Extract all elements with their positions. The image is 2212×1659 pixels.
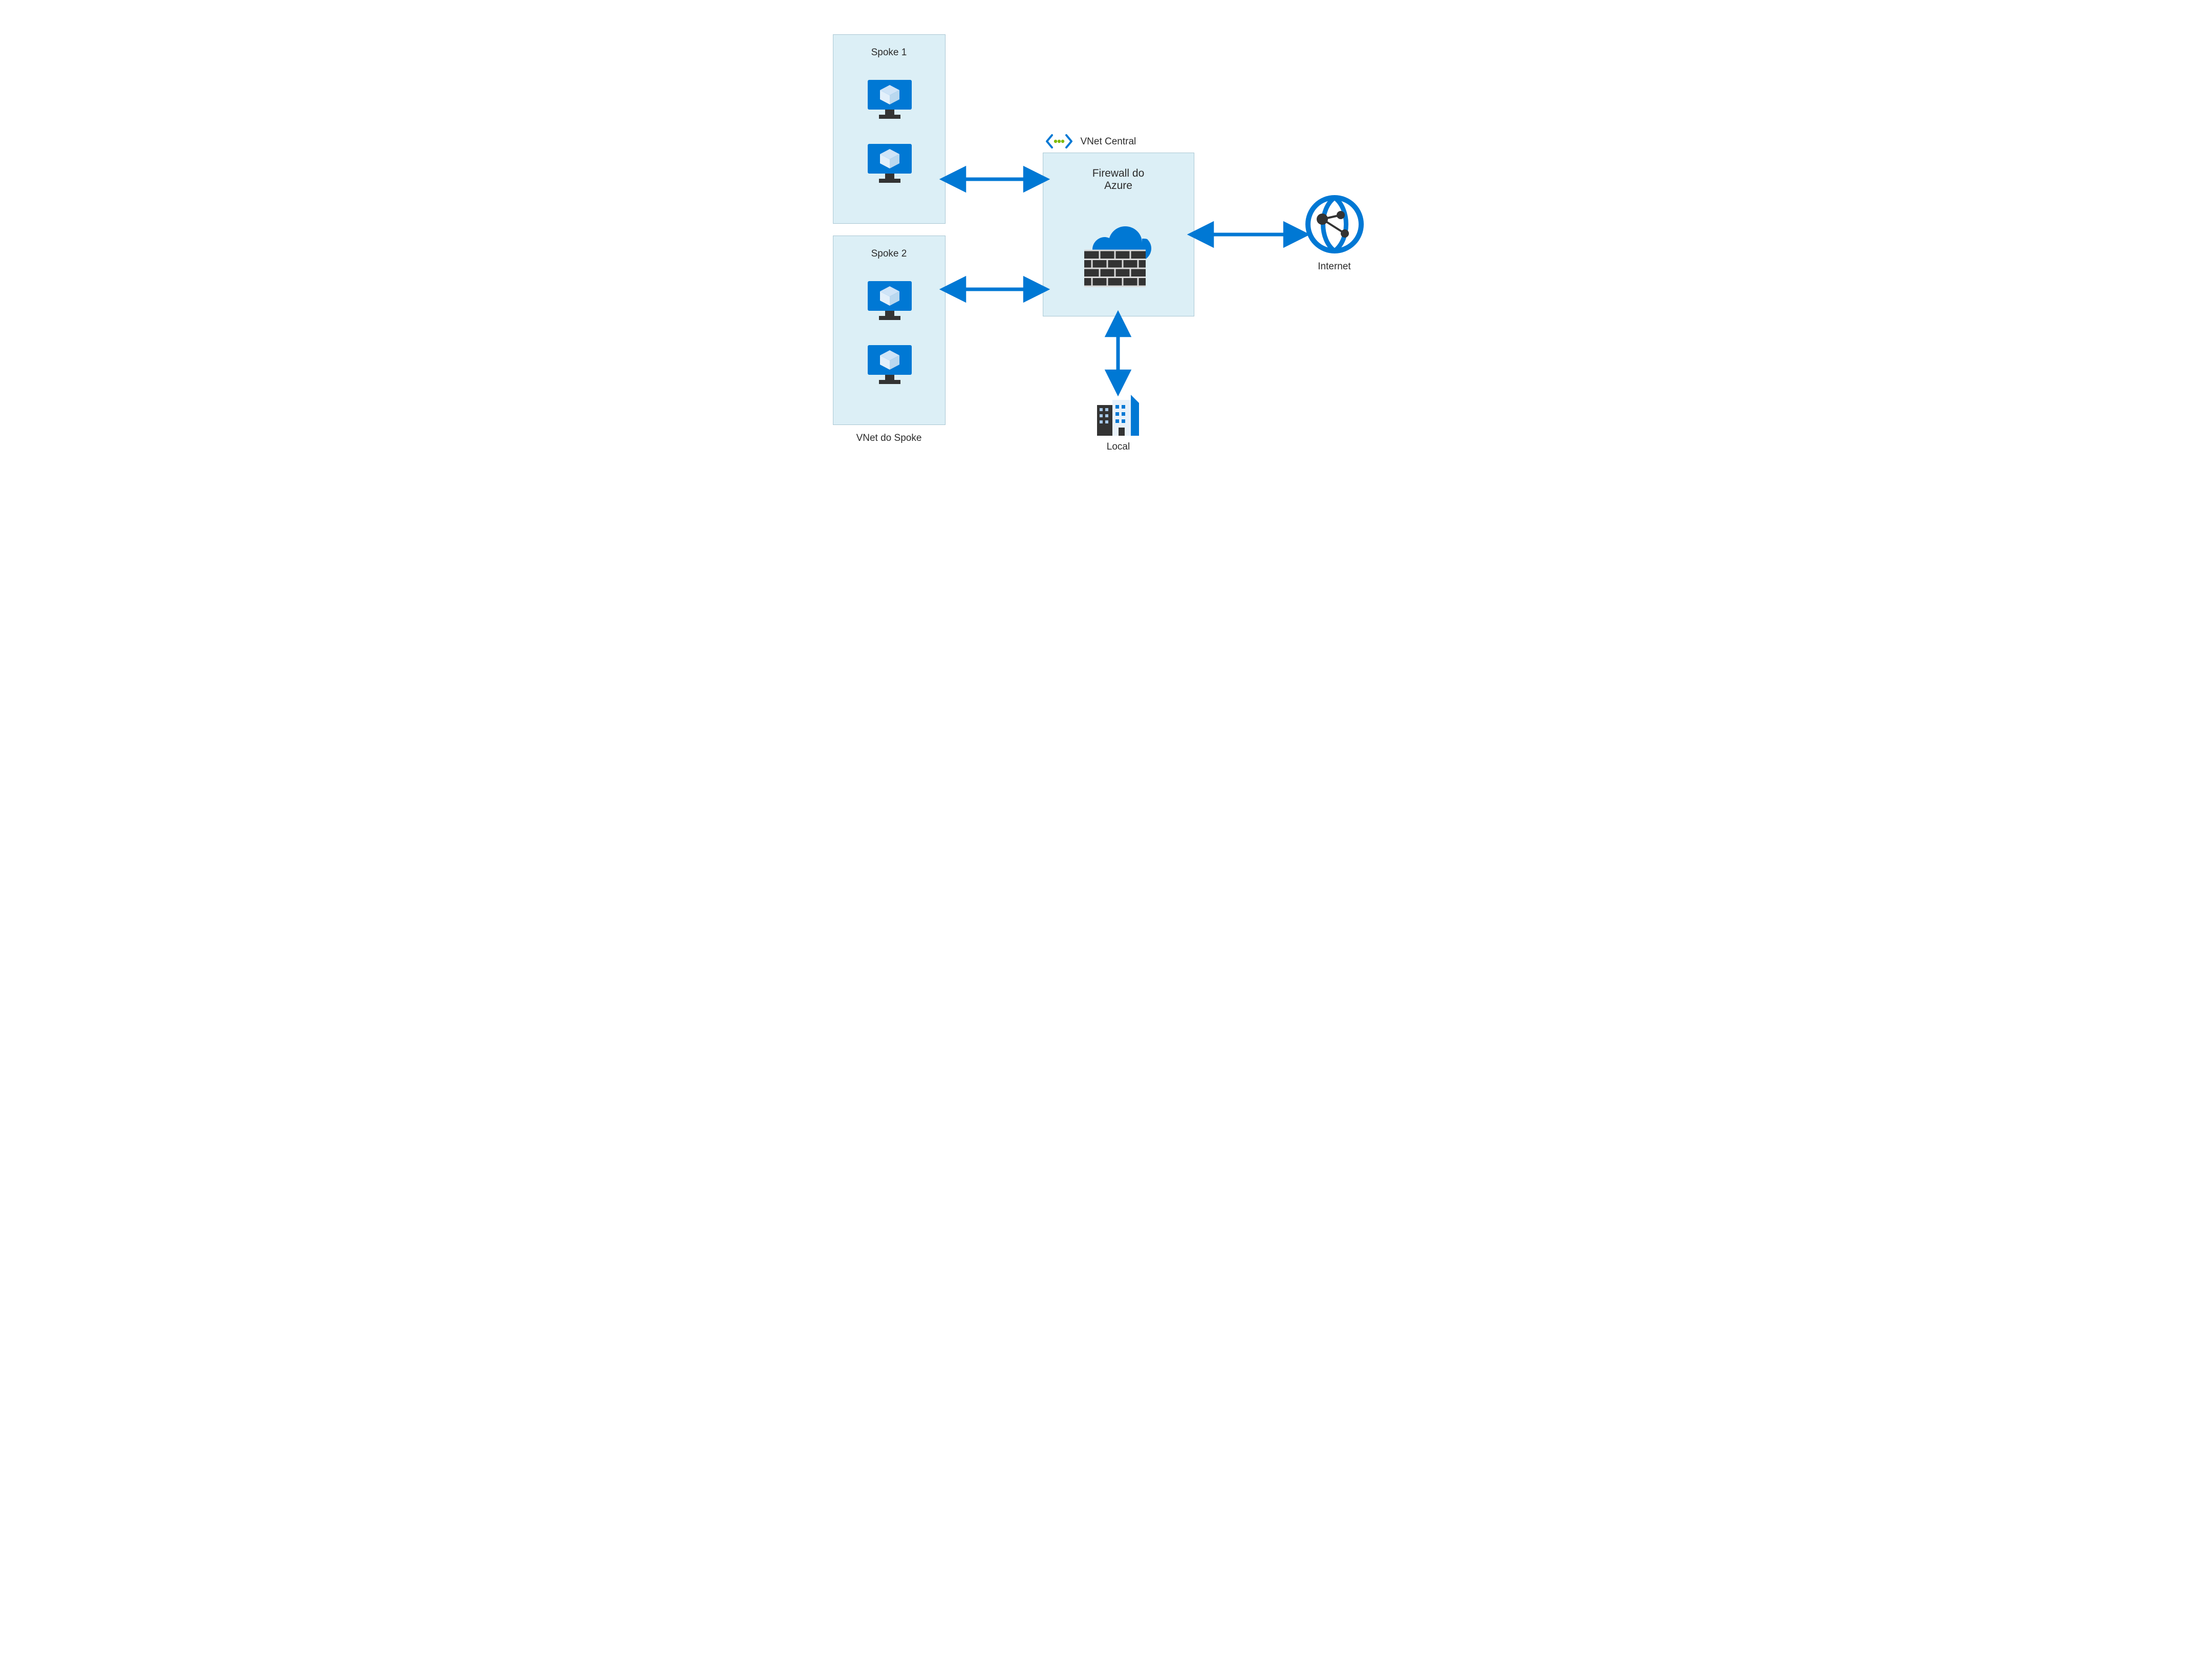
diagram-canvas: Spoke 1 Spoke 2 bbox=[779, 0, 1434, 492]
connectors bbox=[779, 0, 1434, 492]
